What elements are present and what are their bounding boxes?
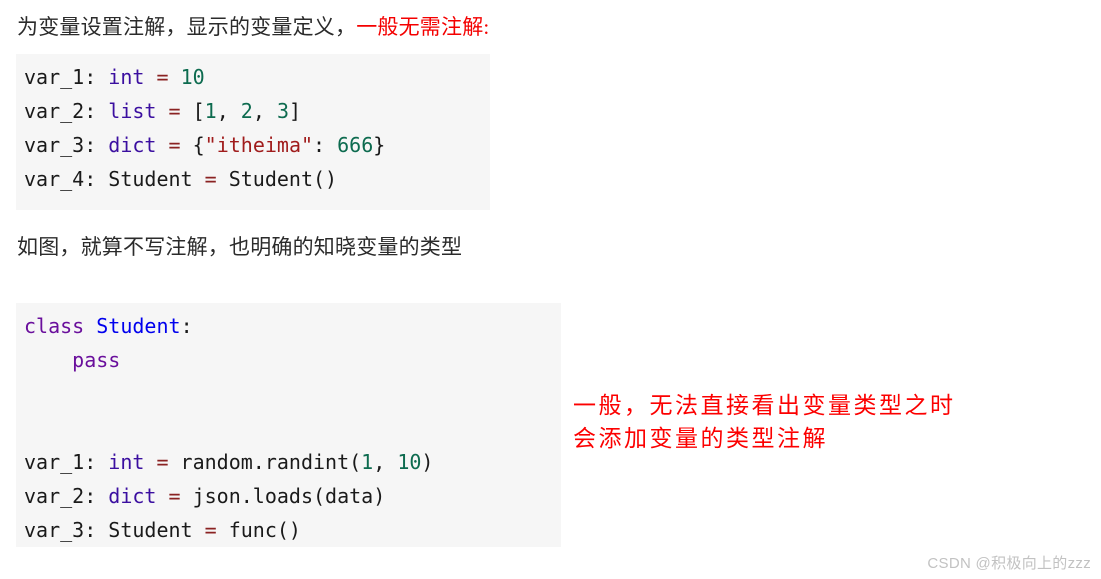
code-token-plain: , <box>252 99 277 123</box>
code-token-plain: , <box>216 99 241 123</box>
code-token-plain: json.loads(data) <box>180 484 386 508</box>
code-token-type: list <box>108 99 157 123</box>
code-token-plain: } <box>373 133 386 157</box>
code-token-num: 10 <box>180 65 205 89</box>
code-token-num: 10 <box>397 450 422 474</box>
csdn-watermark: CSDN @积极向上的zzz <box>927 555 1091 572</box>
code-token-plain: func() <box>216 518 301 542</box>
code-token-op: = <box>156 450 169 474</box>
code-token-kw: pass <box>72 348 121 372</box>
code-token-plain: : <box>180 314 193 338</box>
code-token-plain: var_3: <box>24 133 109 157</box>
code-token-op: = <box>168 484 181 508</box>
code-token-plain: { <box>180 133 205 157</box>
code-token-type: dict <box>108 484 157 508</box>
code-token-op: = <box>168 99 181 123</box>
code-token-op: = <box>204 167 217 191</box>
code-line: var_4: Student = Student() <box>24 162 480 196</box>
code-block-annotated-definitions: var_1: int = 10 var_2: list = [1, 2, 3] va… <box>16 54 490 210</box>
annotation-line: 会添加变量的类型注解 <box>573 425 828 451</box>
code-token-plain: , <box>373 450 398 474</box>
code-token-type: int <box>108 450 145 474</box>
code-token-plain: ] <box>288 99 302 123</box>
code-line: var_3: Student = func() <box>24 513 551 547</box>
code-token-plain: var_2: <box>24 484 109 508</box>
code-token-plain: : <box>313 133 338 157</box>
code-token-str: "itheima" <box>204 133 314 157</box>
code-token-num: 1 <box>361 450 374 474</box>
code-token-plain: var_1: <box>24 65 109 89</box>
code-token-plain: [ <box>180 99 205 123</box>
code-token-plain: random.randint( <box>168 450 362 474</box>
annotation-line: 一般，无法直接看出变量类型之时 <box>573 392 956 418</box>
code-token-cls: Student <box>96 314 181 338</box>
code-line: class Student: <box>24 309 551 343</box>
code-token-op: = <box>168 133 181 157</box>
intro-paragraph: 为变量设置注解，显示的变量定义，一般无需注解: <box>17 12 489 42</box>
code-token-plain: var_2: <box>24 99 109 123</box>
code-line: var_2: list = [1, 2, 3] <box>24 94 480 128</box>
code-line: var_3: dict = {"itheima": 666} <box>24 128 480 162</box>
code-token-type: int <box>108 65 145 89</box>
code-token-plain: ) <box>421 450 434 474</box>
intro-accent-text: 一般无需注解: <box>356 15 490 39</box>
mid-paragraph: 如图，就算不写注解，也明确的知晓变量的类型 <box>17 235 463 259</box>
code-token-type: dict <box>108 133 157 157</box>
code-token-num: 1 <box>204 99 217 123</box>
code-line: pass <box>24 343 551 377</box>
code-token-num: 666 <box>337 133 374 157</box>
code-token-op: = <box>204 518 217 542</box>
code-line: var_1: int = random.randint(1, 10) <box>24 445 551 479</box>
intro-normal-text: 为变量设置注解，显示的变量定义， <box>17 15 357 39</box>
code-line: var_1: int = 10 <box>24 60 480 94</box>
red-annotation-note: 一般，无法直接看出变量类型之时 会添加变量的类型注解 <box>573 389 956 455</box>
code-token-plain: var_1: <box>24 450 109 474</box>
code-token-num: 2 <box>240 99 253 123</box>
code-token-plain: var_4: Student <box>24 167 205 191</box>
code-token-op: = <box>156 65 169 89</box>
code-token-plain: Student() <box>216 167 338 191</box>
code-line: var_2: dict = json.loads(data) <box>24 479 551 513</box>
code-block-class-and-inferred: class Student: pass var_1: int = random.… <box>16 303 561 547</box>
code-token-plain: var_3: Student <box>24 518 205 542</box>
code-token-num: 3 <box>276 99 289 123</box>
code-token-kw: class <box>24 314 85 338</box>
